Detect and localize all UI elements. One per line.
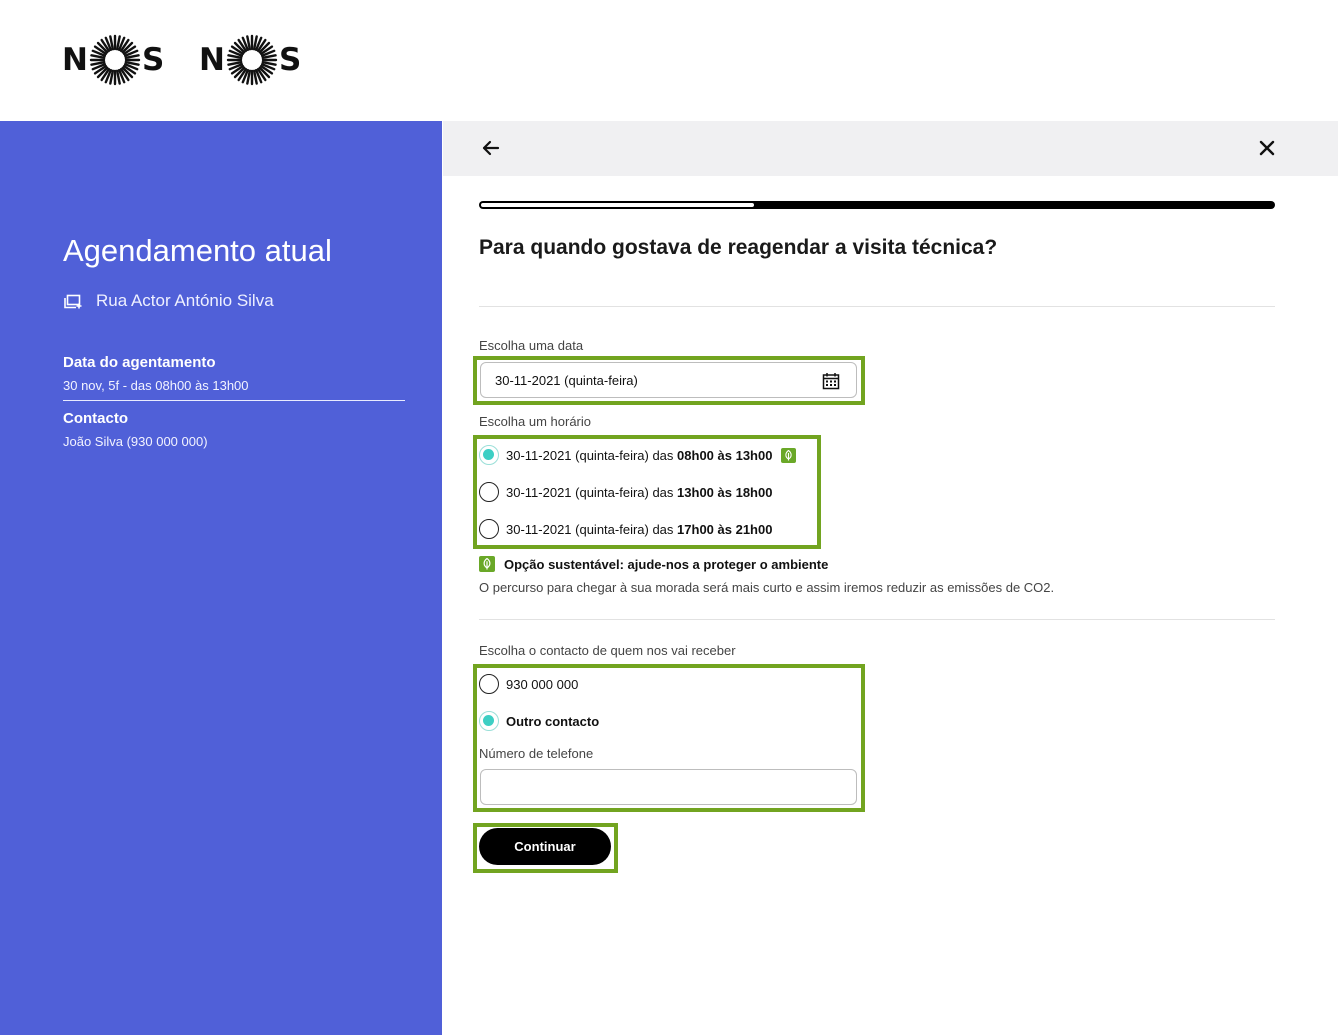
eco-note-description: O percurso para chegar à sua morada será… <box>479 580 1055 595</box>
progress-fill <box>481 203 754 207</box>
date-input[interactable]: 30-11-2021 (quinta-feira) <box>480 362 857 398</box>
calendar-icon[interactable] <box>822 372 840 390</box>
radio-button-selected[interactable] <box>479 445 499 465</box>
eco-leaf-icon <box>479 556 495 572</box>
contact-option-label: Outro contacto <box>506 713 600 729</box>
appointment-date-label: Data do agentamento <box>63 354 216 371</box>
radio-button[interactable] <box>479 674 499 694</box>
contact-option-existing[interactable]: 930 000 000 <box>479 674 578 694</box>
contact-field-label: Escolha o contacto de quem nos vai receb… <box>479 643 736 658</box>
divider <box>63 400 405 401</box>
contact-label: Contacto <box>63 410 128 427</box>
divider <box>479 306 1275 307</box>
eco-leaf-icon <box>781 447 797 463</box>
page-question: Para quando gostava de reagendar a visit… <box>479 236 998 259</box>
nos-logo[interactable]: N S <box>62 33 164 87</box>
address-icon <box>64 294 82 309</box>
radio-button[interactable] <box>479 482 499 502</box>
phone-field-label: Número de telefone <box>479 746 594 761</box>
date-field-label: Escolha uma data <box>479 338 584 353</box>
contact-option-label: 930 000 000 <box>506 676 579 692</box>
time-option-prefix: 30-11-2021 (quinta-feira) das <box>506 484 674 500</box>
time-option-2[interactable]: 30-11-2021 (quinta-feira) das 13h00 às 1… <box>479 482 772 502</box>
panel-title: Agendamento atual <box>63 233 332 268</box>
date-input-value: 30-11-2021 (quinta-feira) <box>495 372 638 388</box>
time-option-prefix: 30-11-2021 (quinta-feira) das <box>506 521 674 537</box>
logo-letter-n: N <box>62 42 88 78</box>
appointment-date-value: 30 nov, 5f - das 08h00 às 13h00 <box>63 378 249 393</box>
continue-button[interactable]: Continuar <box>479 828 611 865</box>
arrow-left-icon[interactable] <box>480 137 502 159</box>
address-text: Rua Actor António Silva <box>96 291 274 310</box>
nos-logo-secondary[interactable]: N S <box>199 33 301 87</box>
time-option-range: 13h00 às 18h00 <box>677 484 773 500</box>
current-appointment-panel: Agendamento atual Rua Actor António Silv… <box>0 121 442 1035</box>
logo-sun-icon <box>226 34 278 86</box>
address-row: Rua Actor António Silva <box>63 291 274 311</box>
time-field-label: Escolha um horário <box>479 414 591 429</box>
logo-sun-icon <box>89 34 141 86</box>
logo-letter-n: N <box>199 42 225 78</box>
phone-number-input[interactable] <box>480 769 857 805</box>
contact-value: João Silva (930 000 000) <box>63 434 208 449</box>
divider <box>479 619 1275 620</box>
time-option-1[interactable]: 30-11-2021 (quinta-feira) das 08h00 às 1… <box>479 445 797 465</box>
contact-option-other[interactable]: Outro contacto <box>479 711 599 731</box>
site-header: N S N S <box>0 0 1338 121</box>
radio-button[interactable] <box>479 519 499 539</box>
close-icon[interactable] <box>1257 138 1277 158</box>
step-topbar <box>443 121 1338 176</box>
time-option-3[interactable]: 30-11-2021 (quinta-feira) das 17h00 às 2… <box>479 519 772 539</box>
logo-letter-s: S <box>278 42 302 78</box>
progress-bar <box>479 201 1275 209</box>
eco-note-title: Opção sustentável: ajude-nos a proteger … <box>504 556 829 572</box>
radio-button-selected[interactable] <box>479 711 499 731</box>
time-option-prefix: 30-11-2021 (quinta-feira) das <box>506 447 674 463</box>
eco-note: Opção sustentável: ajude-nos a proteger … <box>479 556 828 572</box>
time-option-range: 17h00 às 21h00 <box>677 521 773 537</box>
logo-letter-s: S <box>141 42 165 78</box>
time-option-range: 08h00 às 13h00 <box>677 447 773 463</box>
